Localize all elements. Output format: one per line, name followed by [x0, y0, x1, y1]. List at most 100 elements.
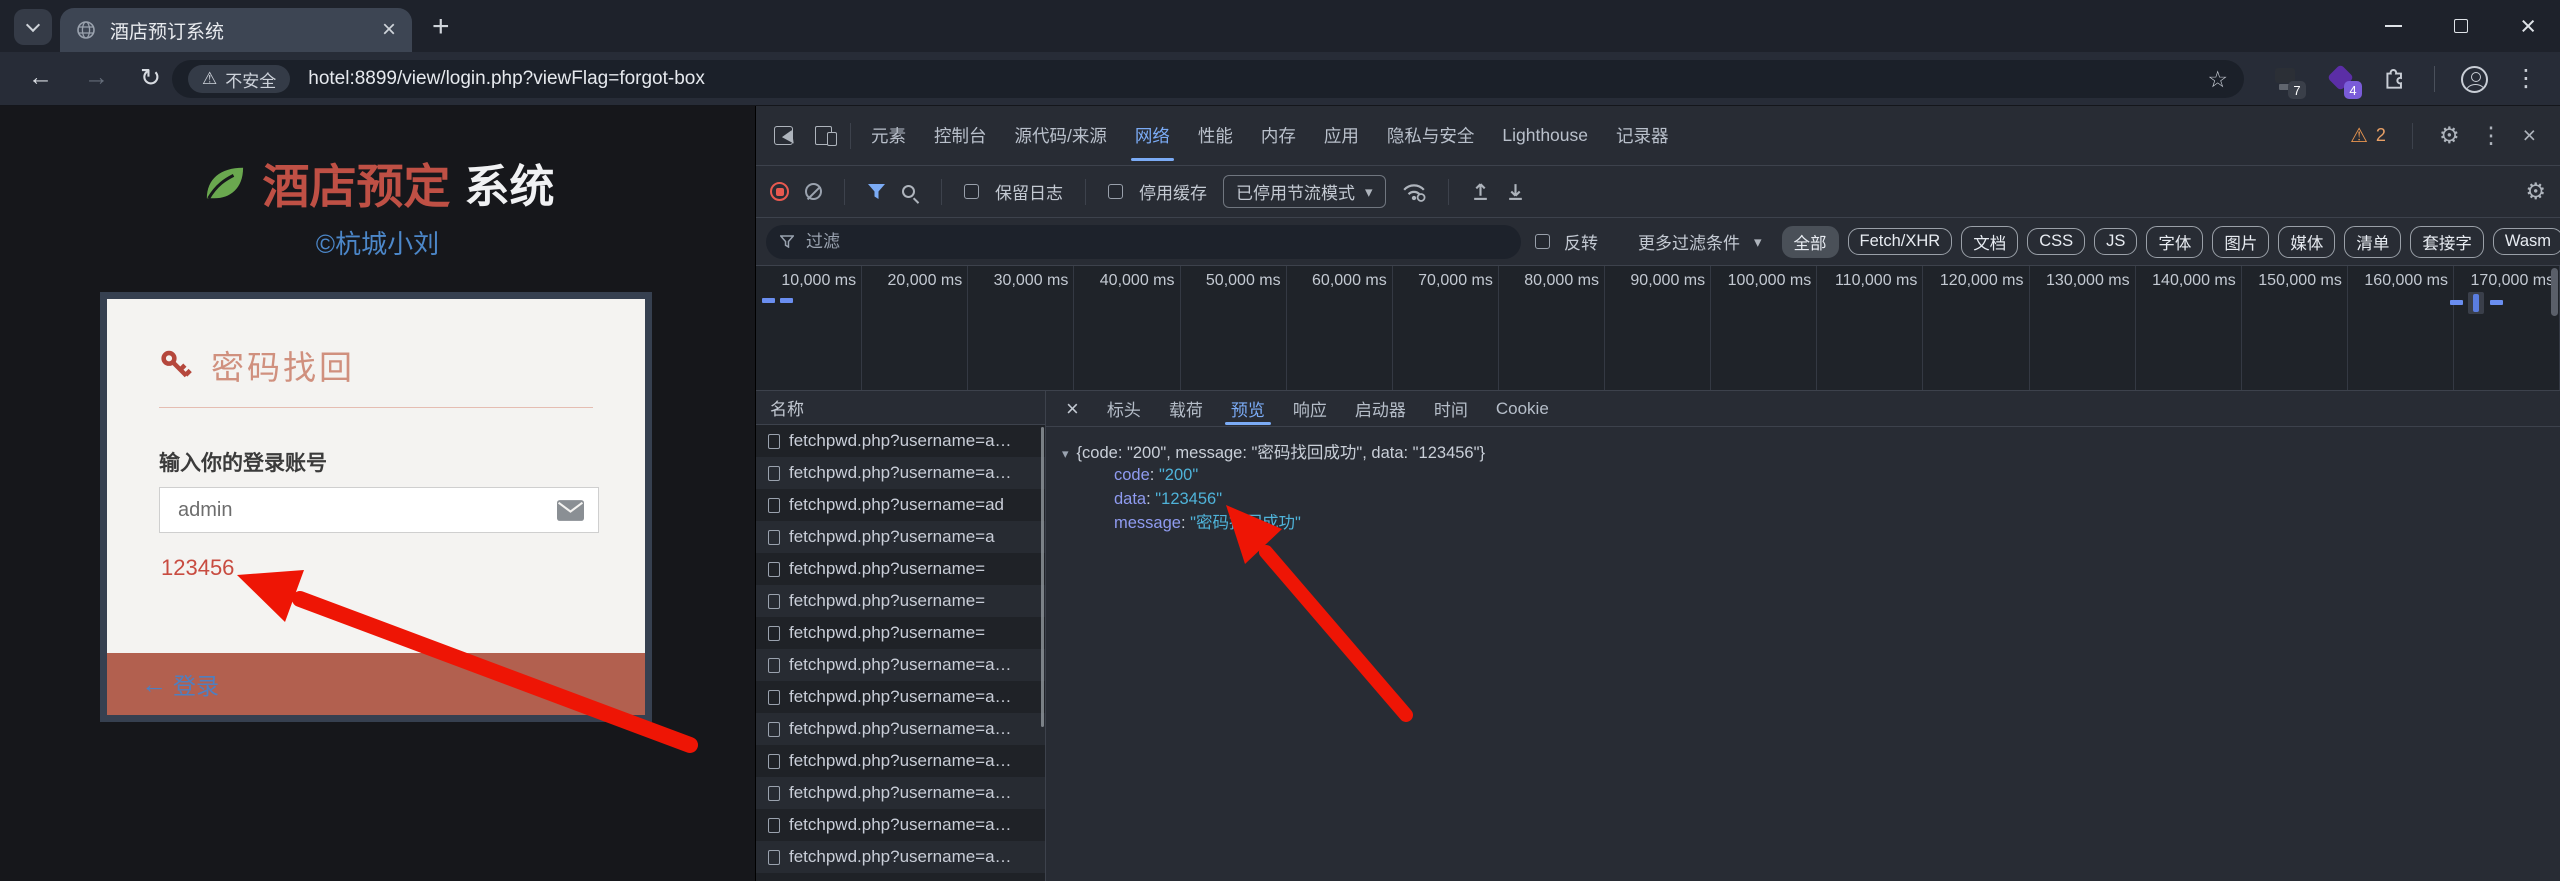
url-text[interactable]: hotel:8899/view/login.php?viewFlag=forgo… — [308, 68, 2207, 90]
extensions-puzzle-icon[interactable] — [2382, 66, 2408, 92]
security-badge[interactable]: ⚠ 不安全 — [188, 65, 291, 93]
request-list-header[interactable]: 名称 — [756, 391, 1045, 425]
chip-socket[interactable]: 套接字 — [2410, 225, 2484, 258]
detail-close-icon[interactable]: × — [1052, 396, 1093, 422]
chip-media[interactable]: 媒体 — [2278, 225, 2336, 258]
tab-payload[interactable]: 载荷 — [1155, 391, 1217, 427]
scrollbar-thumb[interactable] — [1041, 427, 1044, 727]
login-label: 登录 — [173, 673, 219, 699]
bookmark-star-icon[interactable]: ☆ — [2207, 66, 2228, 93]
tab-preview[interactable]: 预览 — [1217, 391, 1279, 427]
devtools-close-icon[interactable]: × — [2523, 124, 2536, 147]
tab-elements[interactable]: 元素 — [857, 106, 920, 166]
filter-funnel-icon[interactable] — [867, 183, 886, 200]
chip-manifest[interactable]: 清单 — [2344, 225, 2402, 258]
network-overview-timeline[interactable]: 10,000 ms 20,000 ms 30,000 ms 40,000 ms … — [756, 266, 2560, 391]
request-row[interactable]: fetchpwd.php?username=a… — [756, 809, 1045, 841]
chip-js[interactable]: JS — [2094, 228, 2138, 255]
recovered-password: 123456 — [161, 555, 235, 580]
request-row[interactable]: fetchpwd.php?username=a… — [756, 841, 1045, 873]
tab-recorder[interactable]: 记录器 — [1602, 106, 1683, 166]
json-prop-row[interactable]: code: "200" — [1114, 463, 2560, 487]
tab-headers[interactable]: 标头 — [1093, 391, 1155, 427]
search-icon[interactable] — [902, 185, 915, 198]
json-prop-row[interactable]: data: "123456" — [1114, 487, 2560, 511]
request-row[interactable]: fetchpwd.php?username=a… — [756, 713, 1045, 745]
record-icon[interactable] — [770, 182, 789, 201]
request-row[interactable]: fetchpwd.php?username= — [756, 617, 1045, 649]
login-link[interactable]: ← 登录 — [141, 667, 219, 701]
tab-application[interactable]: 应用 — [1310, 106, 1373, 166]
chip-img[interactable]: 图片 — [2212, 225, 2270, 258]
json-prop-row[interactable]: message: "密码找回成功" — [1114, 511, 2560, 535]
extension-1[interactable]: 7 — [2270, 64, 2306, 99]
tab-initiator[interactable]: 启动器 — [1341, 391, 1420, 427]
request-row[interactable]: fetchpwd.php?username=a… — [756, 425, 1045, 457]
network-settings-gear-icon[interactable]: ⚙ — [2525, 180, 2546, 203]
request-row[interactable]: fetchpwd.php?username=a… — [756, 873, 1045, 881]
warning-icon[interactable]: ⚠ — [2350, 123, 2368, 148]
preserve-log-checkbox[interactable] — [964, 184, 979, 199]
scrollbar-thumb[interactable] — [2551, 268, 2558, 316]
filter-input[interactable] — [804, 230, 1507, 253]
tab-response[interactable]: 响应 — [1279, 391, 1341, 427]
json-value: "200" — [1158, 466, 1199, 484]
disable-cache-checkbox[interactable] — [1108, 184, 1123, 199]
request-row[interactable]: fetchpwd.php?username=a… — [756, 681, 1045, 713]
json-summary: {code: "200", message: "密码找回成功", data: "… — [1076, 444, 1485, 462]
clear-icon[interactable] — [805, 183, 822, 200]
request-row[interactable]: fetchpwd.php?username= — [756, 553, 1045, 585]
tab-cookies[interactable]: Cookie — [1482, 391, 1563, 427]
tab-performance[interactable]: 性能 — [1184, 106, 1247, 166]
request-row[interactable]: fetchpwd.php?username=a… — [756, 649, 1045, 681]
request-row[interactable]: fetchpwd.php?username=a… — [756, 745, 1045, 777]
export-har-icon[interactable] — [1506, 182, 1525, 201]
reload-icon[interactable]: ↻ — [140, 63, 161, 93]
settings-gear-icon[interactable]: ⚙ — [2439, 124, 2460, 147]
chip-doc[interactable]: 文档 — [1961, 225, 2019, 258]
tab-sources[interactable]: 源代码/来源 — [1001, 106, 1121, 166]
invert-checkbox[interactable] — [1535, 234, 1550, 249]
request-row[interactable]: fetchpwd.php?username= — [756, 585, 1045, 617]
request-row[interactable]: fetchpwd.php?username=a — [756, 521, 1045, 553]
import-har-icon[interactable] — [1471, 182, 1490, 201]
inspect-element-icon[interactable] — [774, 126, 793, 145]
tab-lighthouse[interactable]: Lighthouse — [1488, 106, 1602, 166]
chip-font[interactable]: 字体 — [2146, 225, 2204, 258]
chip-all[interactable]: 全部 — [1781, 225, 1839, 258]
request-row[interactable]: fetchpwd.php?username=a… — [756, 777, 1045, 809]
throttling-select[interactable]: 已停用节流模式 ▾ — [1223, 175, 1386, 208]
json-root-row[interactable]: ▾ {code: "200", message: "密码找回成功", data:… — [1062, 439, 2560, 463]
request-row[interactable]: fetchpwd.php?username=ad — [756, 489, 1045, 521]
network-conditions-icon[interactable] — [1402, 182, 1426, 202]
devtools-menu-icon[interactable]: ⋮ — [2480, 124, 2503, 147]
request-name: fetchpwd.php?username= — [789, 559, 986, 578]
request-detail-panel: × 标头 载荷 预览 响应 启动器 时间 Cookie ▾ {code: "20… — [1046, 391, 2560, 881]
tab-close-icon[interactable]: × — [382, 18, 396, 42]
extension-2[interactable]: 4 — [2326, 64, 2362, 99]
profile-avatar[interactable] — [2461, 65, 2488, 93]
chip-css[interactable]: CSS — [2027, 228, 2086, 255]
expand-caret-icon[interactable]: ▾ — [1062, 446, 1069, 462]
tab-timing[interactable]: 时间 — [1420, 391, 1482, 427]
tab-privacy-security[interactable]: 隐私与安全 — [1373, 106, 1489, 166]
window-close-icon[interactable]: × — [2520, 12, 2536, 40]
omnibox[interactable]: ⚠ 不安全 hotel:8899/view/login.php?viewFlag… — [172, 60, 2244, 98]
request-row[interactable]: fetchpwd.php?username=a… — [756, 457, 1045, 489]
browser-menu-icon[interactable]: ⋮ — [2514, 67, 2538, 91]
account-input[interactable] — [176, 497, 557, 523]
tab-network[interactable]: 网络 — [1121, 106, 1184, 166]
device-toolbar-icon[interactable] — [815, 126, 837, 146]
more-filters-label[interactable]: 更多过滤条件 — [1638, 229, 1740, 254]
forward-icon[interactable]: → — [84, 63, 109, 92]
minimize-icon[interactable] — [2385, 25, 2403, 27]
tab-console[interactable]: 控制台 — [920, 106, 1001, 166]
new-tab-button[interactable]: + — [432, 12, 450, 42]
browser-tab[interactable]: 酒店预订系统 × — [60, 8, 412, 52]
tab-search-button[interactable] — [14, 9, 52, 45]
chip-wasm[interactable]: Wasm — [2492, 228, 2560, 255]
maximize-icon[interactable] — [2454, 19, 2469, 33]
back-icon[interactable]: ← — [28, 63, 53, 92]
chip-fetch-xhr[interactable]: Fetch/XHR — [1847, 228, 1953, 255]
tab-memory[interactable]: 内存 — [1247, 106, 1310, 166]
